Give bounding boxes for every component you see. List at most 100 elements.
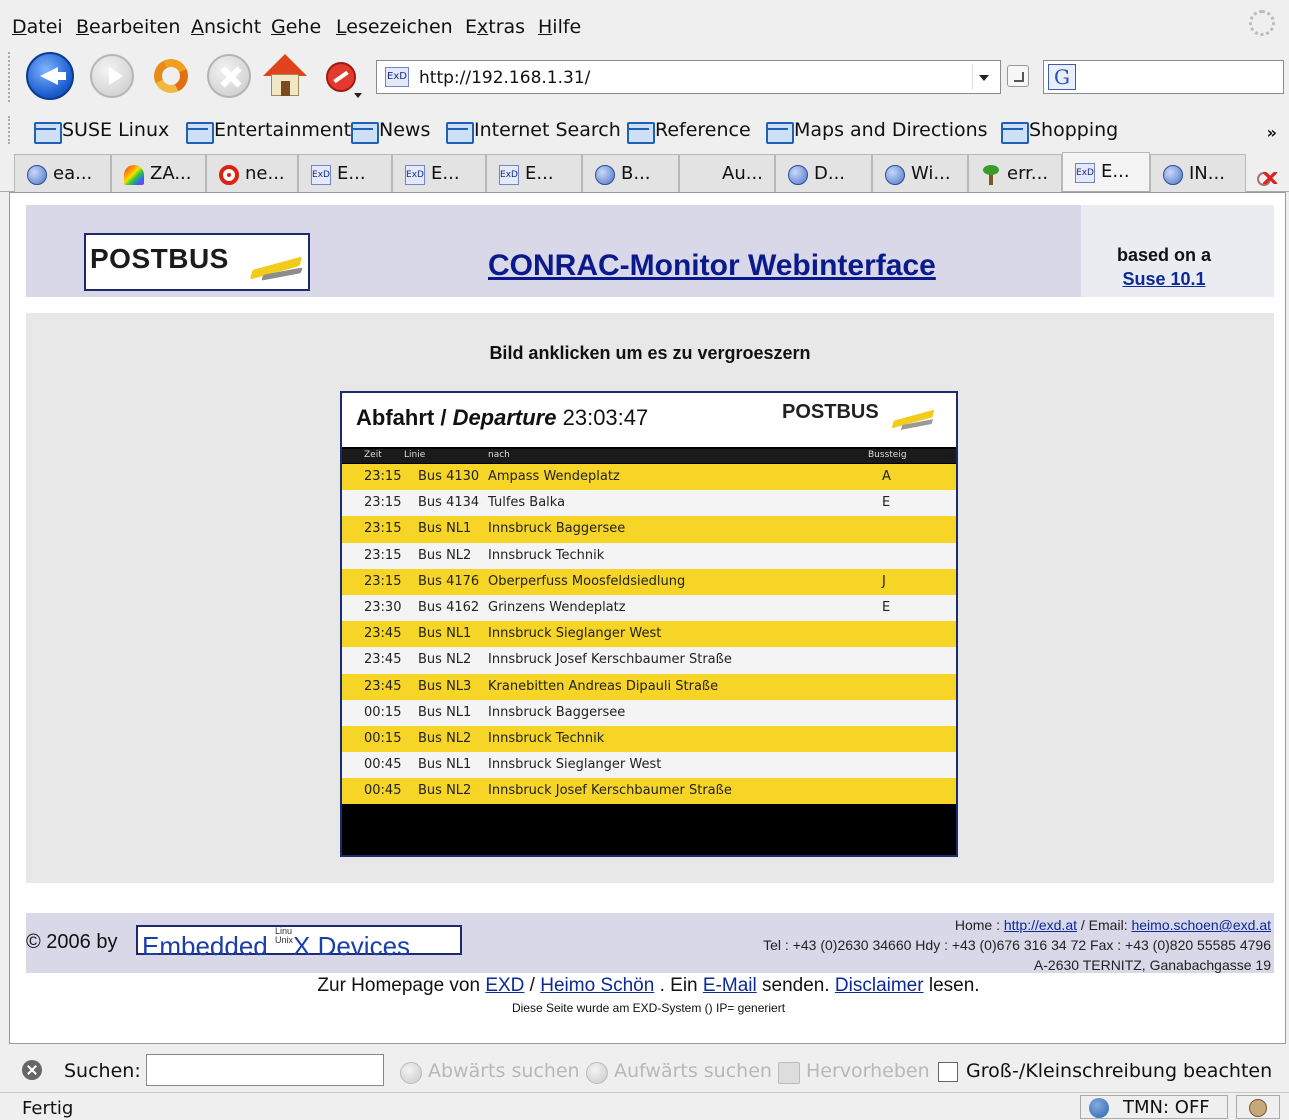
url-input[interactable]: http://192.168.1.31/ xyxy=(419,68,590,88)
home-button[interactable] xyxy=(262,52,308,98)
menubar: Datei Bearbeiten Ansicht Gehe Lesezeiche… xyxy=(0,0,1289,44)
board-row: 00:45 Bus NL1 Innsbruck Sieglanger West xyxy=(342,752,956,779)
menu-ansicht[interactable]: Ansicht xyxy=(191,16,261,38)
home-link[interactable]: http://exd.at xyxy=(1004,917,1077,933)
menu-label: E xyxy=(465,16,478,38)
bookmark-reference[interactable]: Reference xyxy=(627,119,751,144)
popup-blocker-icon[interactable] xyxy=(326,62,356,92)
col-nach: nach xyxy=(488,450,510,460)
col-linie: Linie xyxy=(404,450,426,460)
tab[interactable]: D... xyxy=(775,154,872,192)
bus-line: Bus NL1 xyxy=(418,521,472,537)
page-title[interactable]: CONRAC-Monitor Webinterface xyxy=(488,249,936,283)
departure-board-image[interactable]: Abfahrt / Departure 23:03:47 POSTBUS Zei… xyxy=(340,391,958,857)
menu-hilfe[interactable]: Hilfe xyxy=(538,16,581,38)
tab[interactable]: err... xyxy=(968,154,1062,192)
search-engine-icon[interactable]: G xyxy=(1048,64,1076,90)
tmn-status[interactable]: TMN: OFF xyxy=(1080,1095,1228,1119)
find-input[interactable] xyxy=(146,1054,384,1086)
tab-label: Wi... xyxy=(911,163,951,184)
url-history-dropdown[interactable] xyxy=(972,65,994,89)
bus-line: Bus 4162 xyxy=(418,599,480,615)
tab[interactable]: Au... xyxy=(679,154,775,192)
tab[interactable]: Wi... xyxy=(872,154,968,192)
board-row: 23:15 Bus 4176 Oberperfuss Moosfeldsiedlun… xyxy=(342,568,956,595)
bookmark-news[interactable]: News xyxy=(351,119,430,144)
bookmark-entertainment[interactable]: Entertainment xyxy=(186,119,351,144)
status-text: Fertig xyxy=(22,1098,74,1119)
close-tab-icon[interactable] xyxy=(1253,166,1283,188)
match-case-checkbox[interactable]: Groß-/Kleinschreibung beachten xyxy=(938,1060,1272,1082)
tmn-label: TMN: OFF xyxy=(1123,1097,1210,1118)
footer-text: / xyxy=(524,975,541,996)
tab-active[interactable]: ExD E... xyxy=(1062,152,1150,191)
menu-accel: x xyxy=(477,16,489,38)
close-icon[interactable] xyxy=(22,1060,42,1080)
home-icon-door xyxy=(281,81,290,96)
reload-button[interactable] xyxy=(149,54,193,98)
back-button[interactable] xyxy=(26,52,74,100)
departure-time: 23:45 xyxy=(364,678,402,694)
status-extension-icon[interactable] xyxy=(1236,1095,1280,1119)
tab-label: ea... xyxy=(53,163,93,184)
email-send-link[interactable]: E-Mail xyxy=(703,975,757,996)
web-search-box[interactable]: G xyxy=(1043,60,1284,94)
menu-datei[interactable]: Datei xyxy=(12,16,63,38)
back-arrow-icon xyxy=(54,72,66,80)
globe-icon xyxy=(885,165,905,185)
bookmark-suse-linux[interactable]: SUSE Linux xyxy=(34,119,169,144)
tab[interactable]: B... xyxy=(582,154,679,192)
suse-link[interactable]: Suse 10.1 xyxy=(1122,269,1205,289)
destination: Tulfes Balka xyxy=(488,495,566,511)
board-title-abfahrt: Abfahrt xyxy=(356,405,435,430)
departure-time: 00:15 xyxy=(364,730,402,746)
menu-label: esezeichen xyxy=(346,16,453,38)
bookmarks-overflow-button[interactable]: » xyxy=(1267,123,1277,142)
based-on-label: based on a xyxy=(1116,245,1212,265)
logo-text: POSTBUS xyxy=(90,243,229,274)
toolbar-grip[interactable] xyxy=(8,116,12,144)
menu-accel: B xyxy=(76,16,90,38)
tab[interactable]: ea... xyxy=(14,154,111,192)
chevron-down-icon[interactable] xyxy=(354,93,362,98)
tab[interactable]: IN... xyxy=(1150,154,1246,192)
email-link[interactable]: heimo.schoen@exd.at xyxy=(1131,917,1271,933)
stop-button[interactable] xyxy=(207,54,251,98)
tab[interactable]: ne... xyxy=(206,154,298,192)
bookmark-internet-search[interactable]: Internet Search xyxy=(446,119,621,144)
go-button[interactable] xyxy=(1007,65,1029,87)
menu-lesezeichen[interactable]: Lesezeichen xyxy=(336,16,453,38)
tab-label: E... xyxy=(337,163,366,184)
exd-homepage-link[interactable]: EXD xyxy=(485,975,524,996)
menu-bearbeiten[interactable]: Bearbeiten xyxy=(76,16,180,38)
forward-button[interactable] xyxy=(90,54,134,98)
tab[interactable]: ExD E... xyxy=(298,154,392,192)
url-bar[interactable]: ExD http://192.168.1.31/ xyxy=(376,60,1001,94)
highlight-button[interactable]: Hervorheben xyxy=(778,1060,930,1084)
find-next-button[interactable]: Abwärts suchen xyxy=(400,1060,580,1084)
board-row: 23:45 Bus NL3 Kranebitten Andreas Dipauli … xyxy=(342,673,956,700)
exd-logo-small: Linu Unix xyxy=(275,927,293,945)
bookmark-maps-and-directions[interactable]: Maps and Directions xyxy=(766,119,988,144)
destination: Kranebitten Andreas Dipauli Straße xyxy=(488,678,719,694)
tab[interactable]: ExD E... xyxy=(392,154,486,192)
bookmark-shopping[interactable]: Shopping xyxy=(1001,119,1118,144)
find-previous-button[interactable]: Aufwärts suchen xyxy=(586,1060,772,1084)
board-title-sep: / xyxy=(434,405,453,430)
exd-logo-text: Embedded xyxy=(142,931,275,961)
menu-extras[interactable]: Extras xyxy=(465,16,525,38)
toolbar-grip[interactable] xyxy=(8,52,12,102)
menu-gehe[interactable]: Gehe xyxy=(271,16,321,38)
main-panel: Bild anklicken um es zu vergroeszern Abf… xyxy=(26,313,1274,883)
footer-text: lesen. xyxy=(923,975,980,996)
exd-logo: Embedded Linu UnixX Devices xyxy=(136,925,462,959)
departure-time: 00:45 xyxy=(364,757,402,773)
tab-label: err... xyxy=(1007,163,1049,184)
board-header: Abfahrt / Departure 23:03:47 POSTBUS xyxy=(342,393,956,447)
disclaimer-link[interactable]: Disclaimer xyxy=(835,975,924,996)
tab-label: Au... xyxy=(722,163,763,184)
tab[interactable]: ZA... xyxy=(111,154,206,192)
tab[interactable]: ExD E... xyxy=(486,154,582,192)
heimo-link[interactable]: Heimo Schön xyxy=(540,975,654,996)
bus-line: Bus NL1 xyxy=(418,626,472,642)
